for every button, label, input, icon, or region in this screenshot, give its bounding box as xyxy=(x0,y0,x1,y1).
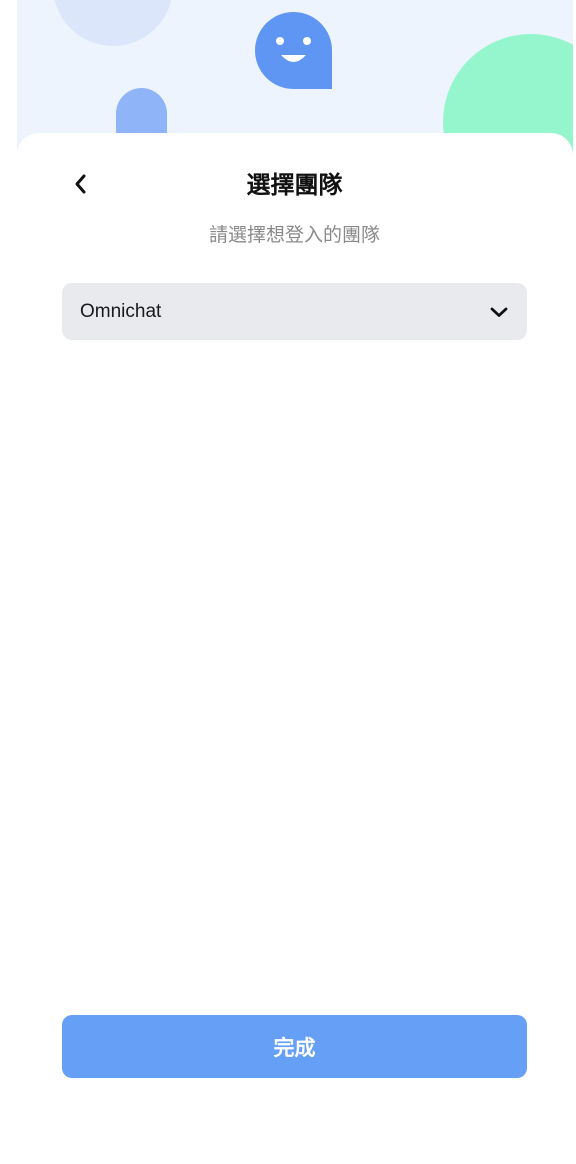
smiley-chat-bubble-icon xyxy=(255,12,332,89)
team-select[interactable]: Omnichat xyxy=(62,283,527,340)
team-select-value: Omnichat xyxy=(80,300,162,322)
chevron-down-icon xyxy=(489,305,509,319)
page-title: 選擇團隊 xyxy=(246,171,343,199)
done-button[interactable]: 完成 xyxy=(62,1015,527,1078)
page-subtitle: 請選擇想登入的團隊 xyxy=(208,224,380,246)
decor-blob-circle xyxy=(53,0,173,46)
screen: 選擇團隊 請選擇想登入的團隊 Omnichat 完成 xyxy=(0,0,576,1164)
done-button-label: 完成 xyxy=(273,1035,316,1060)
